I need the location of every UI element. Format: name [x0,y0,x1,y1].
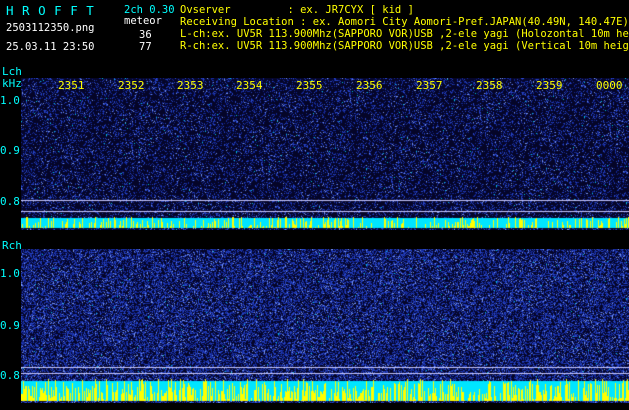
time-tick-2355: 2355 [296,79,323,92]
freq-tick-1-0: 1.0 [0,267,20,280]
freq-tick-0-8: 0.8 [0,369,20,382]
observer-info: Ovserver : ex. JR7CYX [ kid ] [180,4,414,16]
app-brand: H R O F F T [6,3,95,18]
version-label: 2ch 0.30 [124,4,175,16]
time-tick-2358: 2358 [476,79,503,92]
time-tick-0000: 0000 [596,79,623,92]
rch-waterfall-canvas [21,249,629,403]
time-tick-2359: 2359 [536,79,563,92]
rch-spectrogram [21,249,629,403]
time-tick-2353: 2353 [177,79,204,92]
meteor-label: meteor [124,15,162,27]
freq-tick-1-0: 1.0 [0,94,20,107]
filename-label: 2503112350.png [6,22,95,34]
meteor-count-rch: 77 [139,41,152,53]
location-info: Receiving Location : ex. Aomori City Aom… [180,16,629,28]
time-tick-2352: 2352 [118,79,145,92]
freq-tick-0-9: 0.9 [0,144,20,157]
time-tick-2356: 2356 [356,79,383,92]
datetime-label: 25.03.11 23:50 [6,41,95,53]
lch-receiver-info: L-ch:ex. UV5R 113.900Mhz(SAPPORO VOR)USB… [180,28,629,40]
rch-channel-label: Rch [2,239,22,252]
meteor-count-lch: 36 [139,29,152,41]
time-tick-2351: 2351 [58,79,85,92]
lch-waterfall-canvas [21,78,629,230]
freq-tick-0-8: 0.8 [0,195,20,208]
lch-spectrogram [21,78,629,230]
rch-receiver-info: R-ch:ex. UV5R 113.900Mhz(SAPPORO VOR)USB… [180,40,629,52]
lch-unit-label: kHz [2,77,22,90]
time-tick-2354: 2354 [236,79,263,92]
lch-channel-label: Lch [2,65,22,78]
time-tick-2357: 2357 [416,79,443,92]
freq-tick-0-9: 0.9 [0,319,20,332]
